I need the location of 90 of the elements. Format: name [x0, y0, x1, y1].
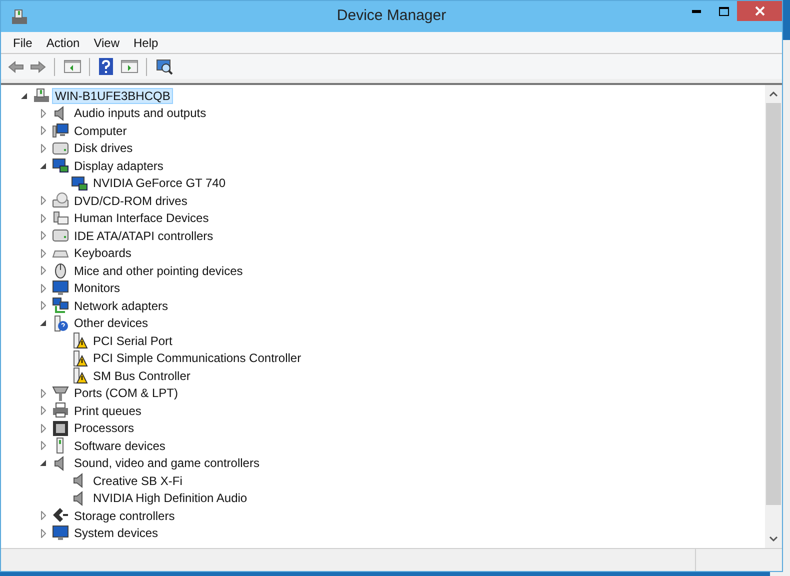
expand-icon[interactable]: [40, 126, 46, 136]
tree-item[interactable]: Sound, video and game controllers: [71, 455, 262, 472]
expand-icon[interactable]: [40, 388, 46, 398]
menu-item[interactable]: File: [7, 32, 38, 52]
minimize-icon: [692, 10, 701, 12]
close-icon: [754, 6, 764, 16]
expand-icon[interactable]: [40, 424, 46, 433]
collapse-icon[interactable]: [21, 92, 27, 99]
vertical-scrollbar[interactable]: [765, 85, 782, 548]
expand-icon[interactable]: [40, 108, 46, 118]
monitor-card-icon: [52, 157, 69, 174]
collapse-icon[interactable]: [40, 162, 46, 169]
expand-icon[interactable]: [40, 528, 46, 538]
tree-item[interactable]: DVD/CD-ROM drives: [71, 192, 190, 209]
tree-item[interactable]: PCI Serial Port: [90, 332, 176, 349]
chip-icon: [52, 420, 69, 437]
help-icon: [99, 58, 113, 75]
tree-item[interactable]: Computer: [71, 122, 130, 139]
forward-arrow-icon: [30, 60, 46, 72]
storage-icon: [52, 507, 69, 524]
tree-item[interactable]: Network adapters: [71, 298, 172, 314]
device-warning-icon: [71, 332, 88, 350]
expand-icon[interactable]: [40, 511, 46, 520]
help-button[interactable]: [97, 58, 115, 76]
tree-item[interactable]: Human Interface Devices: [71, 210, 212, 226]
tree-item[interactable]: Storage controllers: [71, 508, 178, 524]
drive-icon: [52, 140, 69, 157]
network-icon: [52, 297, 69, 314]
expand-icon[interactable]: [40, 301, 46, 310]
monitor-icon: [52, 524, 69, 542]
port-icon: [52, 384, 69, 402]
tree-item[interactable]: PCI Simple Communications Controller: [90, 350, 304, 366]
action-pane-button[interactable]: [119, 58, 139, 76]
device-warning-icon: [71, 367, 88, 384]
tree-item[interactable]: Print queues: [71, 402, 144, 419]
window-title: Device Manager: [336, 6, 446, 26]
tree-item[interactable]: SM Bus Controller: [90, 368, 194, 384]
collapse-icon[interactable]: [40, 460, 46, 466]
pane-icon: [120, 60, 138, 73]
app-icon: [11, 8, 28, 25]
tree-item[interactable]: IDE ATA/ATAPI controllers: [71, 228, 216, 244]
scan-hardware-button[interactable]: [154, 58, 174, 76]
computer-icon: [52, 122, 69, 140]
tree-item[interactable]: NVIDIA High Definition Audio: [90, 490, 250, 506]
tree-item[interactable]: Ports (COM & LPT): [71, 385, 182, 402]
disc-drive-icon: [52, 192, 69, 210]
menu-item[interactable]: Help: [128, 32, 164, 52]
scrollbar-thumb[interactable]: [766, 103, 781, 505]
device-warning-icon: [71, 350, 88, 367]
expand-icon[interactable]: [40, 196, 46, 206]
expand-icon[interactable]: [40, 266, 46, 276]
scroll-up-icon[interactable]: [769, 91, 778, 97]
expand-icon[interactable]: [40, 284, 46, 293]
tree-item[interactable]: System devices: [71, 525, 162, 542]
collapse-icon[interactable]: [40, 320, 46, 326]
tree-item[interactable]: WIN-B1UFE3BHCQB: [52, 88, 174, 104]
device-question-icon: [52, 314, 69, 332]
mouse-icon: [52, 262, 69, 280]
scroll-down-icon[interactable]: [769, 536, 778, 542]
computer-icon: [33, 87, 50, 104]
console-tree-button[interactable]: [62, 58, 82, 76]
menu-item[interactable]: View: [88, 32, 126, 52]
tree-item[interactable]: Display adapters: [71, 158, 166, 174]
pane-icon: [64, 60, 80, 73]
tree-item[interactable]: Disk drives: [71, 140, 136, 156]
tree-item[interactable]: Creative SB X-Fi: [90, 472, 186, 489]
expand-icon[interactable]: [40, 406, 46, 416]
maximize-icon: [718, 6, 728, 16]
menu-item[interactable]: Action: [40, 32, 86, 52]
back-arrow-icon: [8, 60, 24, 72]
monitor-magnifier-icon: [156, 58, 172, 74]
tree-item[interactable]: Audio inputs and outputs: [71, 105, 210, 122]
tree-item[interactable]: Mice and other pointing devices: [71, 262, 246, 279]
tree-item[interactable]: NVIDIA GeForce GT 740: [90, 175, 228, 192]
tree-item[interactable]: Software devices: [71, 438, 168, 454]
tree-item[interactable]: Other devices: [71, 315, 152, 332]
tree-item[interactable]: Monitors: [71, 280, 124, 296]
expand-icon[interactable]: [40, 214, 46, 223]
monitor-icon: [52, 280, 69, 297]
printer-icon: [52, 402, 69, 420]
expand-icon[interactable]: [40, 248, 46, 258]
expand-icon[interactable]: [40, 231, 46, 240]
tree-item[interactable]: Keyboards: [71, 245, 134, 262]
expand-icon[interactable]: [40, 144, 46, 153]
device-icon: [52, 210, 69, 227]
tree-item[interactable]: Processors: [71, 420, 138, 436]
monitor-card-icon: [71, 174, 88, 192]
expand-icon[interactable]: [40, 441, 46, 450]
drive-icon: [52, 227, 69, 244]
close-button[interactable]: [737, 1, 782, 21]
